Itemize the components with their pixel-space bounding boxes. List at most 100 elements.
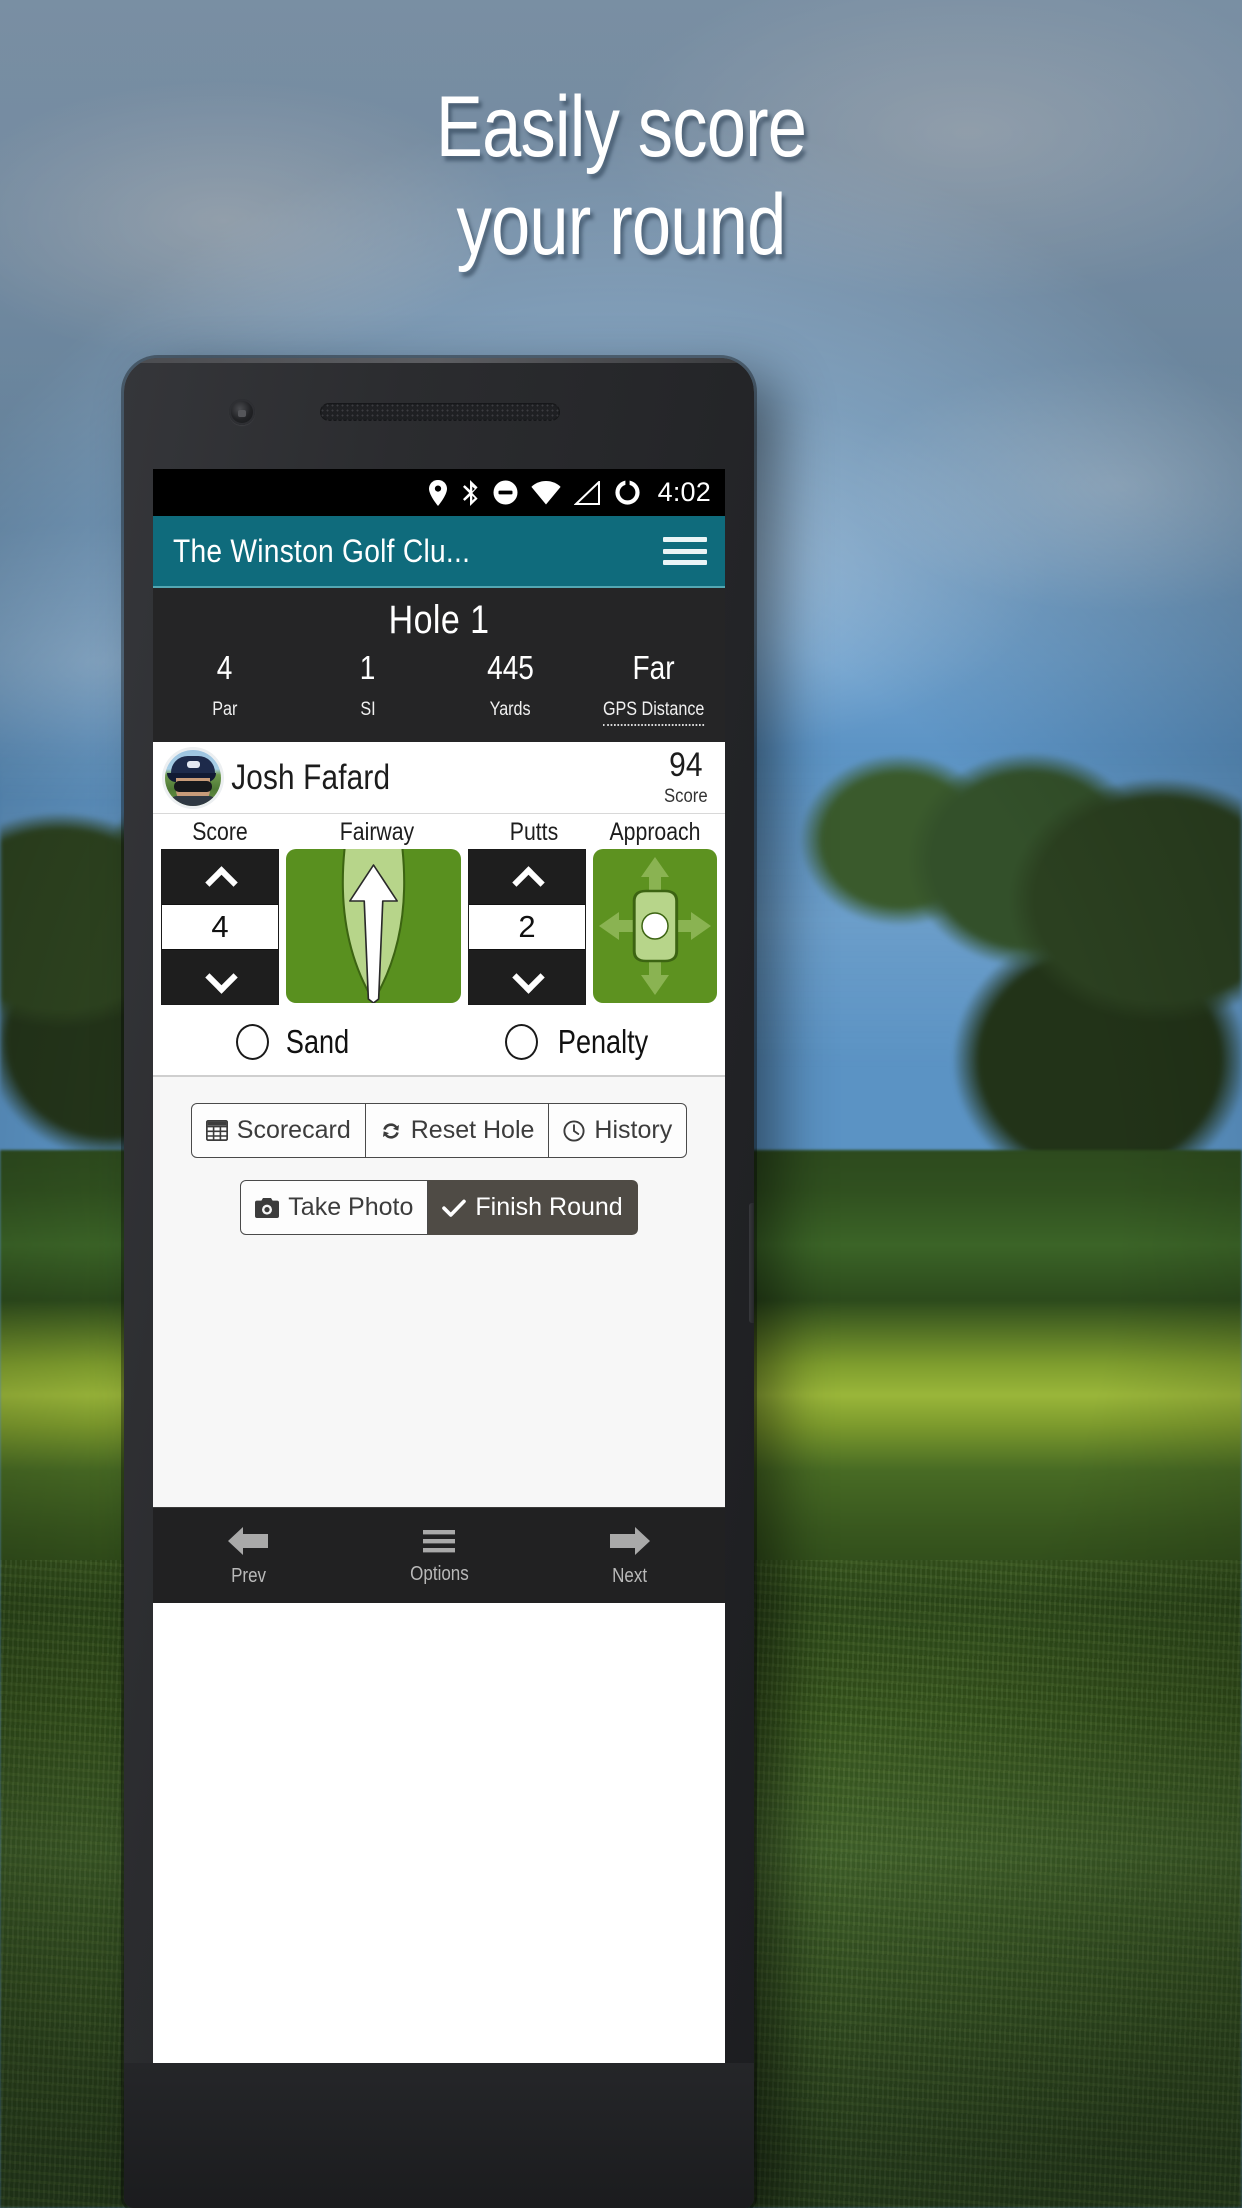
nav-options-label: Options bbox=[409, 1562, 469, 1585]
chevron-down-icon bbox=[513, 969, 541, 985]
phone-top-edge bbox=[124, 358, 754, 363]
chevron-down-icon bbox=[206, 969, 234, 985]
player-name: Josh Fafard bbox=[231, 757, 391, 797]
history-button[interactable]: History bbox=[549, 1103, 688, 1158]
chevron-up-icon bbox=[206, 869, 234, 885]
fairway-graphic-icon bbox=[341, 849, 406, 1003]
action-area: Scorecard Reset Hole History Take Photo … bbox=[153, 1077, 725, 1507]
phone-earpiece-speaker bbox=[320, 403, 560, 421]
hole-stat-par: 4 Par bbox=[153, 649, 296, 726]
par-label: Par bbox=[211, 699, 238, 720]
putts-column-label: Putts bbox=[509, 818, 559, 846]
score-column-label: Score bbox=[192, 818, 248, 846]
finish-round-button-label: Finish Round bbox=[475, 1193, 623, 1221]
approach-graphic-icon bbox=[599, 857, 711, 995]
penalty-radio-icon[interactable] bbox=[505, 1024, 539, 1060]
putts-stepper-wrap: 2 bbox=[468, 849, 586, 1005]
score-decrement-button[interactable] bbox=[162, 950, 278, 1004]
scoring-widgets-row: 4 2 bbox=[153, 849, 725, 1005]
bluetooth-icon bbox=[462, 479, 478, 506]
putts-value[interactable]: 2 bbox=[469, 904, 585, 950]
clock-icon bbox=[563, 1119, 585, 1142]
scoring-section: Score Fairway Putts Approach 4 2 bbox=[153, 814, 725, 1011]
putts-stepper: 2 bbox=[468, 849, 586, 1005]
gps-distance-value: Far bbox=[632, 649, 675, 686]
scorecard-button[interactable]: Scorecard bbox=[190, 1103, 366, 1158]
phone-power-button[interactable] bbox=[749, 1203, 754, 1323]
player-score-label: Score bbox=[664, 785, 709, 807]
arrow-right-icon bbox=[609, 1526, 650, 1555]
par-value: 4 bbox=[216, 649, 233, 686]
camera-icon bbox=[255, 1197, 280, 1218]
nav-next-label: Next bbox=[612, 1564, 648, 1587]
location-pin-icon bbox=[428, 479, 447, 506]
arrow-left-icon bbox=[228, 1526, 269, 1555]
hamburger-menu-icon[interactable] bbox=[663, 534, 707, 568]
si-label: SI bbox=[359, 699, 376, 720]
app-title: The Winston Golf Clu... bbox=[173, 532, 471, 569]
phone-front-camera-icon bbox=[229, 399, 255, 425]
nav-next-button[interactable]: Next bbox=[534, 1508, 725, 1603]
app-bar: The Winston Golf Clu... bbox=[153, 516, 725, 588]
bottom-navigation-bar: Prev Options Next bbox=[153, 1507, 725, 1603]
phone-bottom-bezel bbox=[124, 2063, 754, 2208]
hole-stat-si: 1 SI bbox=[296, 649, 439, 726]
status-bar-clock: 4:02 bbox=[657, 477, 711, 507]
si-value: 1 bbox=[359, 649, 376, 686]
gps-distance-label: GPS Distance bbox=[602, 699, 705, 726]
hole-stats-row: 4 Par 1 SI 445 Yards Far GPS Distance bbox=[153, 649, 725, 726]
fairway-column-label: Fairway bbox=[339, 818, 415, 846]
finish-round-button[interactable]: Finish Round bbox=[428, 1180, 638, 1235]
sand-radio-icon[interactable] bbox=[235, 1024, 269, 1060]
score-increment-button[interactable] bbox=[162, 850, 278, 904]
take-photo-button-label: Take Photo bbox=[288, 1193, 414, 1221]
phone-mockup: 4:02 The Winston Golf Clu... Hole 1 4 Pa… bbox=[124, 358, 754, 2208]
approach-selector[interactable] bbox=[593, 849, 717, 1003]
scorecard-button-label: Scorecard bbox=[236, 1116, 351, 1144]
hole-info-panel: Hole 1 4 Par 1 SI 445 Yards Far GPS Dist… bbox=[153, 588, 725, 742]
do-not-disturb-icon bbox=[493, 480, 518, 505]
history-button-label: History bbox=[594, 1116, 673, 1144]
nav-options-button[interactable]: Options bbox=[344, 1508, 535, 1603]
android-status-bar: 4:02 bbox=[153, 469, 725, 516]
nav-prev-label: Prev bbox=[230, 1564, 266, 1587]
approach-column-label: Approach bbox=[609, 818, 701, 846]
take-photo-button[interactable]: Take Photo bbox=[240, 1180, 429, 1235]
player-score-block: 94 Score bbox=[661, 748, 711, 808]
avatar bbox=[165, 749, 221, 806]
reset-hole-button[interactable]: Reset Hole bbox=[365, 1103, 550, 1158]
yards-value: 445 bbox=[487, 649, 534, 686]
player-row[interactable]: Josh Fafard 94 Score bbox=[153, 742, 725, 814]
phone-screen: 4:02 The Winston Golf Clu... Hole 1 4 Pa… bbox=[153, 469, 725, 2063]
chevron-up-icon bbox=[513, 869, 541, 885]
hole-title: Hole 1 bbox=[388, 598, 490, 642]
table-icon bbox=[205, 1120, 228, 1141]
approach-arrow-up-icon bbox=[641, 857, 669, 895]
signal-icon bbox=[573, 480, 600, 505]
golf-ball-icon bbox=[641, 912, 669, 940]
hamburger-menu-icon bbox=[423, 1529, 455, 1552]
check-icon bbox=[442, 1198, 467, 1218]
player-score-value: 94 bbox=[669, 745, 703, 784]
headline-line-1: Easily score bbox=[435, 79, 807, 175]
penalty-label: Penalty bbox=[558, 1023, 649, 1060]
fairway-selector[interactable] bbox=[286, 849, 461, 1003]
promo-headline: Easily score your round bbox=[112, 78, 1130, 274]
primary-action-group: Scorecard Reset Hole History bbox=[153, 1103, 725, 1158]
score-stepper-value[interactable]: 4 bbox=[162, 904, 278, 950]
putts-decrement-button[interactable] bbox=[469, 950, 585, 1004]
nav-prev-button[interactable]: Prev bbox=[153, 1508, 344, 1603]
approach-arrow-right-icon bbox=[673, 912, 711, 940]
refresh-icon bbox=[380, 1120, 402, 1142]
putts-increment-button[interactable] bbox=[469, 850, 585, 904]
headline-line-2: your round bbox=[456, 177, 787, 273]
approach-arrow-left-icon bbox=[599, 912, 637, 940]
penalty-checkbox[interactable]: Penalty bbox=[439, 1023, 725, 1061]
score-stepper: 4 bbox=[161, 849, 279, 1005]
reset-hole-button-label: Reset Hole bbox=[410, 1116, 535, 1144]
scoring-labels-row: Score Fairway Putts Approach bbox=[153, 814, 725, 849]
sand-checkbox[interactable]: Sand bbox=[153, 1023, 439, 1061]
wifi-icon bbox=[531, 480, 561, 504]
hole-stat-yards: 445 Yards bbox=[439, 649, 582, 726]
hole-stat-gps-distance[interactable]: Far GPS Distance bbox=[582, 649, 725, 726]
